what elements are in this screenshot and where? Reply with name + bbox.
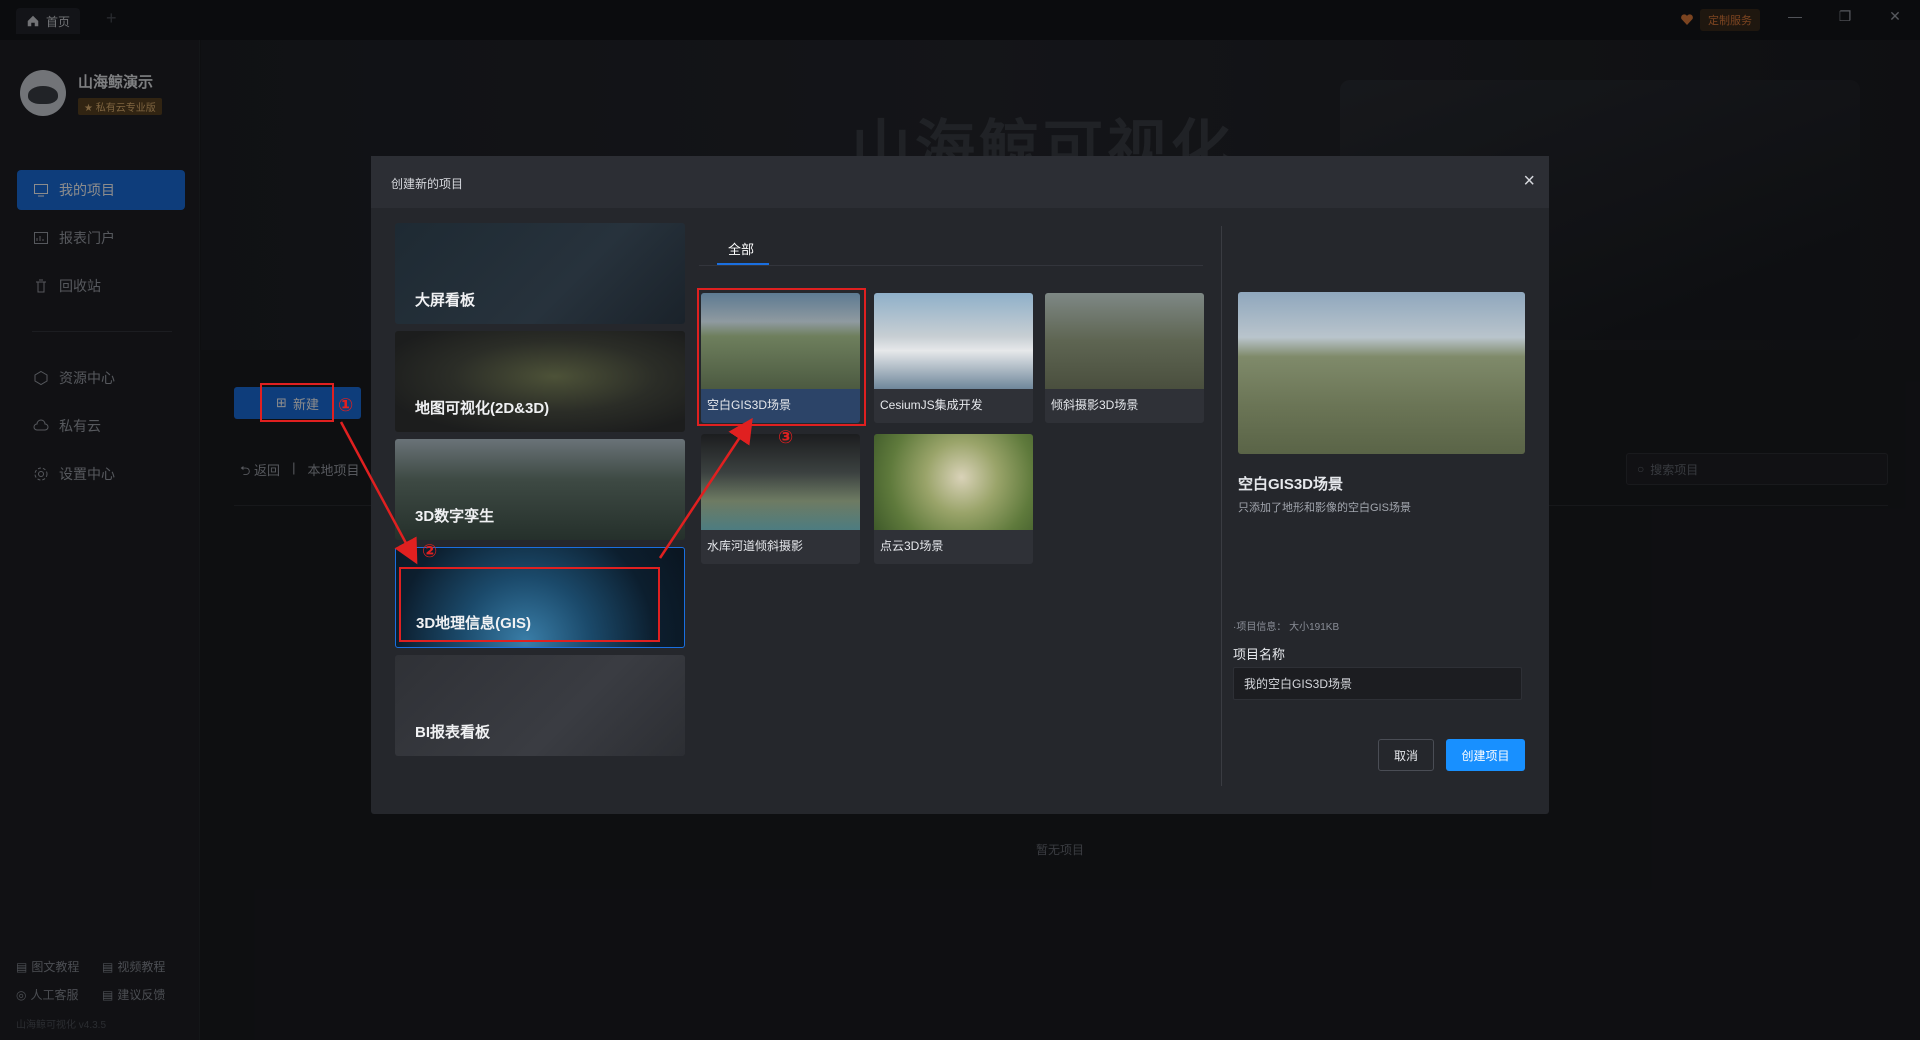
annotation-box-gis [399,567,660,642]
close-icon[interactable]: × [1523,170,1535,192]
tab-all[interactable]: 全部 [728,239,754,258]
annotation-step-2: ② [422,541,438,561]
category-map[interactable]: 地图可视化(2D&3D) [395,331,685,432]
preview-description: 只添加了地形和影像的空白GIS场景 [1238,502,1411,514]
dialog-divider [1221,226,1222,786]
preview-title: 空白GIS3D场景 [1238,476,1344,493]
category-label: 大屏看板 [415,292,476,309]
annotation-box-new [260,383,334,422]
template-reservoir[interactable]: 水库河道倾斜摄影 [701,434,860,564]
template-label: CesiumJS集成开发 [880,398,983,412]
create-project-dialog: 创建新的项目 × 大屏看板 地图可视化(2D&3D) 3D数字孪生 3D地理信息… [371,156,1549,814]
category-bi-report[interactable]: BI报表看板 [395,655,685,756]
template-label: 倾斜摄影3D场景 [1051,398,1139,412]
template-point-cloud[interactable]: 点云3D场景 [874,434,1033,564]
tab-baseline [699,265,1203,266]
template-thumbnail [874,293,1033,389]
template-thumbnail [874,434,1033,530]
project-info: ·项目信息： 大小191KB [1233,622,1340,633]
create-project-button[interactable]: 创建项目 [1446,739,1525,771]
category-digital-twin[interactable]: 3D数字孪生 [395,439,685,540]
category-label: 3D数字孪生 [415,508,495,525]
template-oblique-photo[interactable]: 倾斜摄影3D场景 [1045,293,1204,423]
category-dashboard[interactable]: 大屏看板 [395,223,685,324]
cancel-button[interactable]: 取消 [1378,739,1434,771]
category-label: BI报表看板 [415,724,491,741]
category-label: 地图可视化(2D&3D) [415,400,550,417]
annotation-box-template [697,288,866,426]
template-thumbnail [1045,293,1204,389]
template-label: 水库河道倾斜摄影 [707,539,804,553]
template-preview-image [1238,292,1525,454]
template-label: 点云3D场景 [880,539,944,553]
template-thumbnail [701,434,860,530]
dialog-title: 创建新的项目 [391,177,464,191]
annotation-step-3: ③ [778,427,794,447]
tab-active-indicator [717,263,769,265]
project-name-input[interactable] [1233,667,1522,700]
template-cesiumjs[interactable]: CesiumJS集成开发 [874,293,1033,423]
annotation-step-1: ① [338,395,354,415]
project-name-label: 项目名称 [1233,647,1286,662]
dialog-header: 创建新的项目 × [371,156,1549,208]
